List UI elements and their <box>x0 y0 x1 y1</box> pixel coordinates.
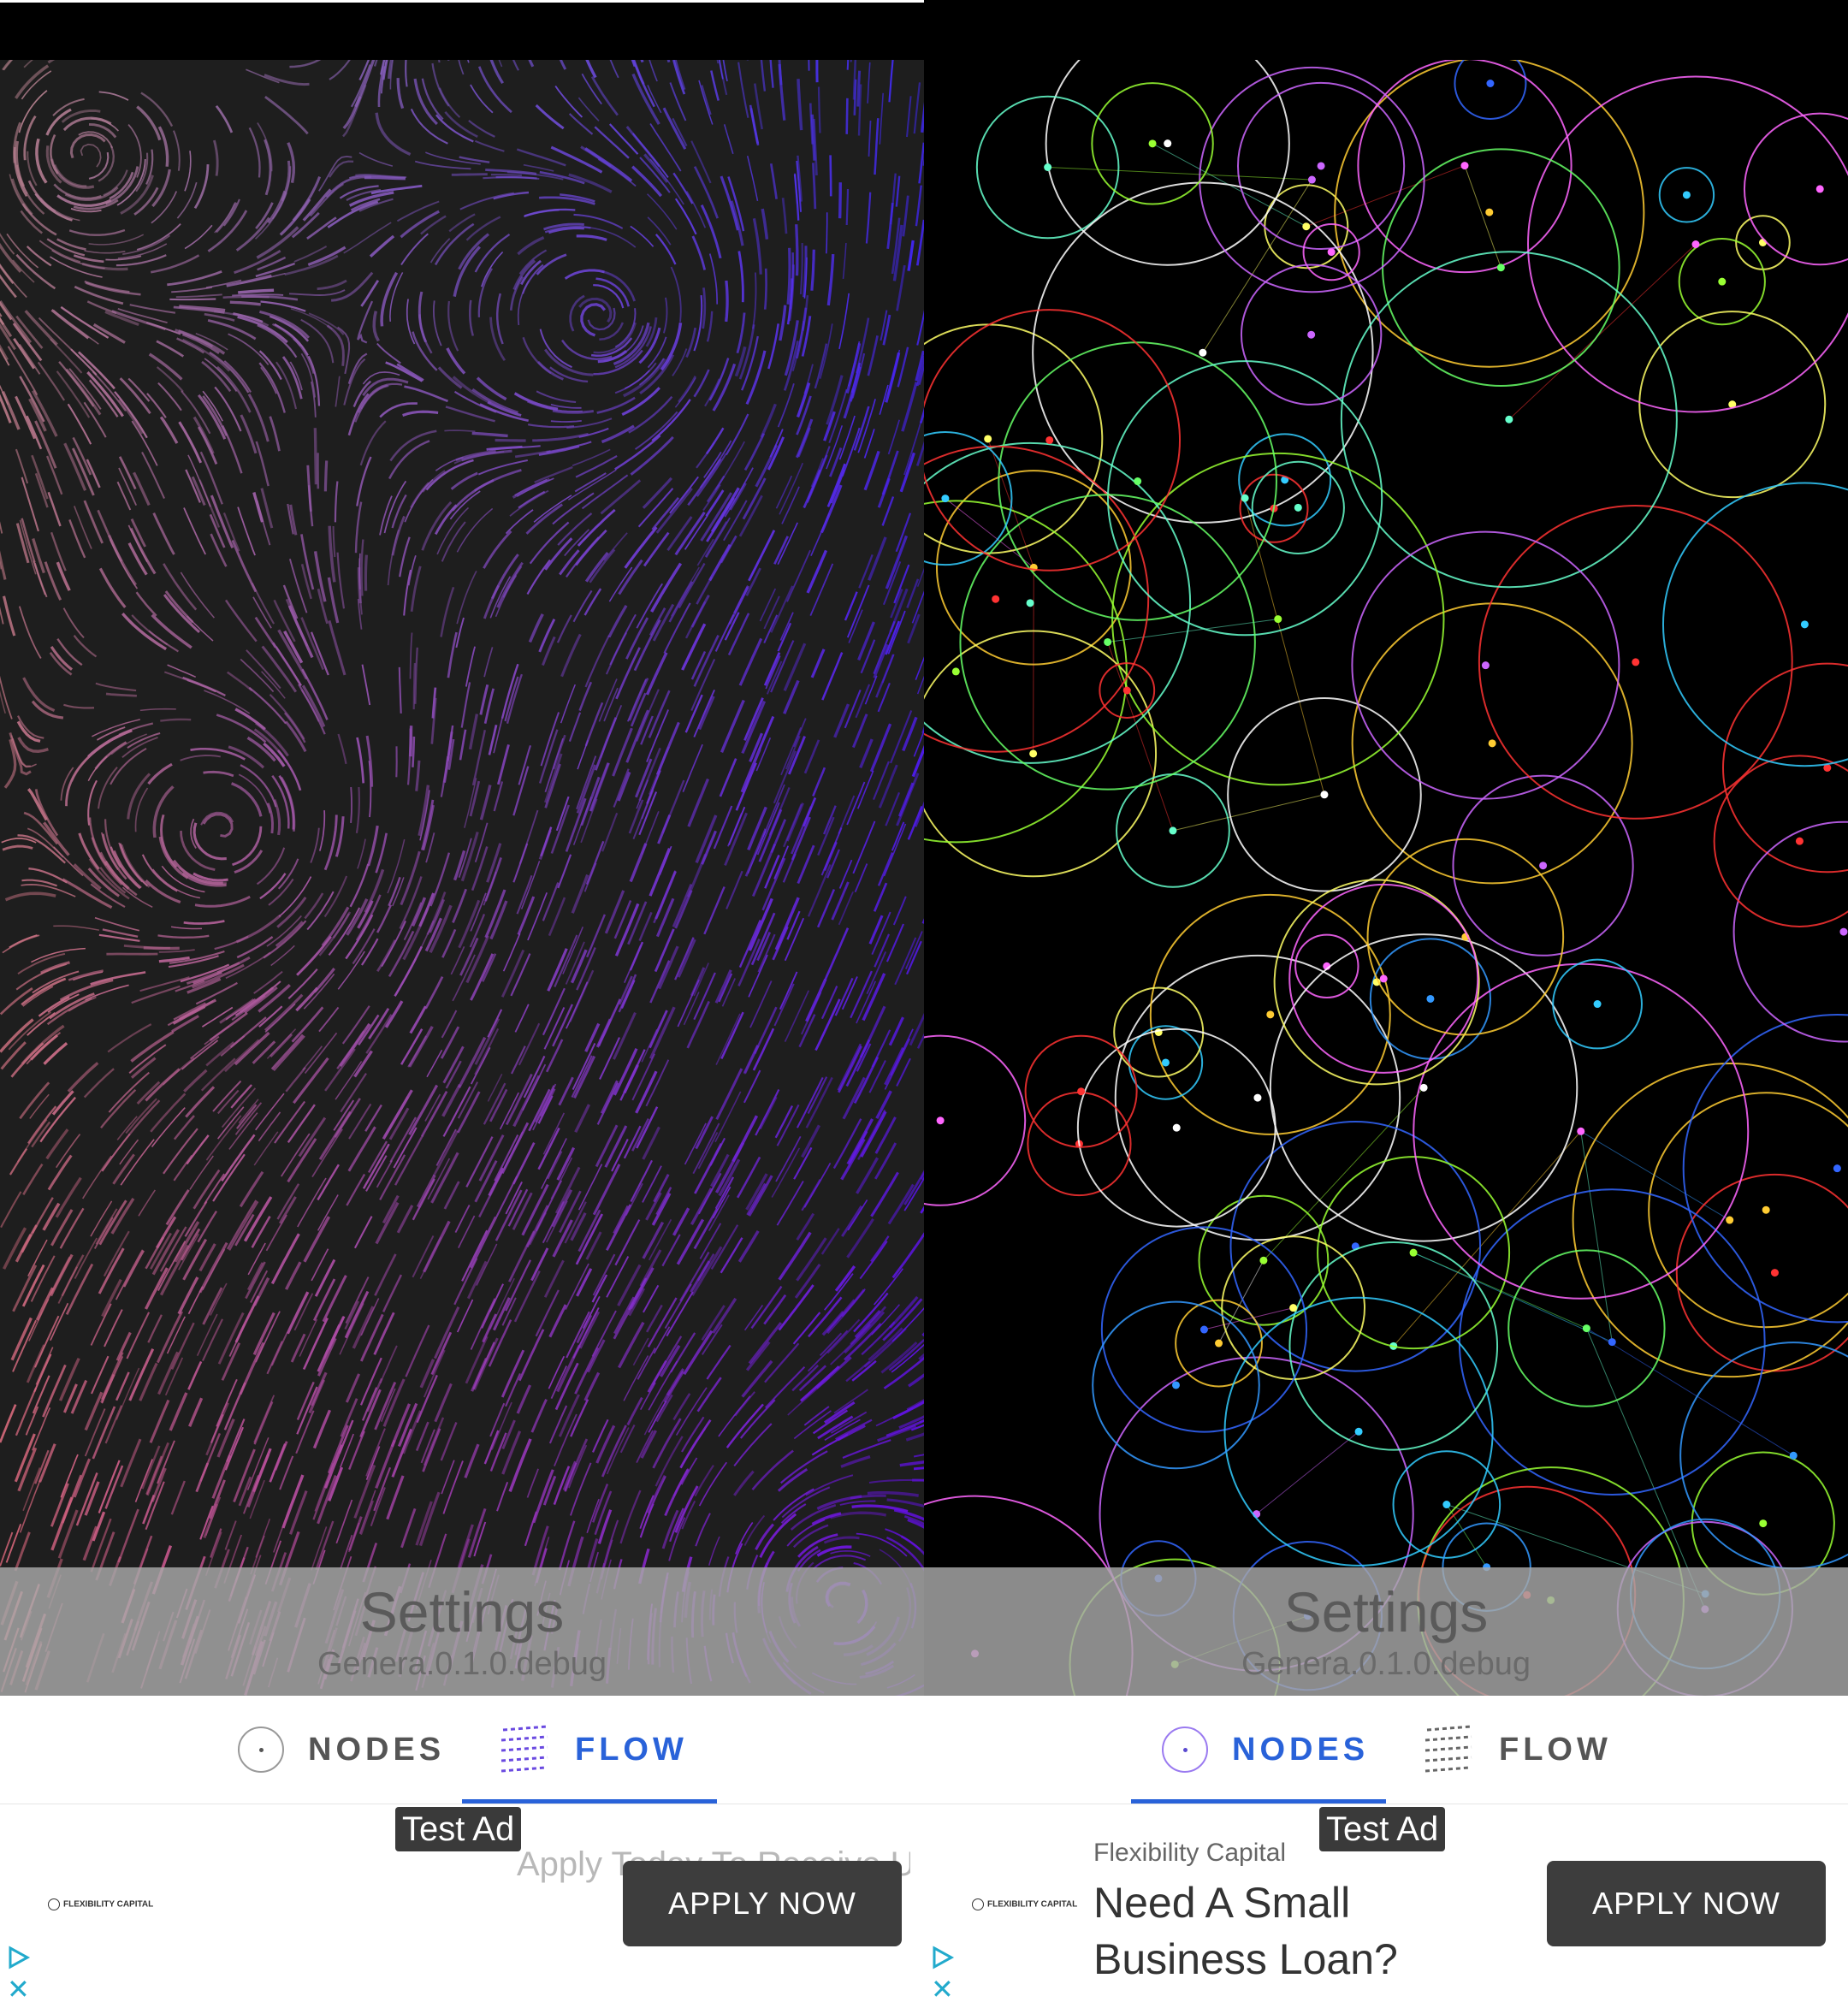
close-icon[interactable]: ✕ <box>7 1975 30 2002</box>
tab-flow[interactable]: FLOW <box>498 1696 688 1804</box>
apply-now-button[interactable]: APPLY NOW <box>623 1861 902 1946</box>
settings-title: Settings <box>359 1580 565 1644</box>
flow-canvas[interactable] <box>0 60 924 1696</box>
adchoices-icon[interactable] <box>5 1945 31 1970</box>
settings-header[interactable]: Settings Genera.0.1.0.debug <box>0 1567 924 1696</box>
nodes-icon <box>238 1727 284 1773</box>
ad-headline: Need A Small Business Loan? <box>1093 1879 1398 1983</box>
nodes-screen: Settings Genera.0.1.0.debug NODES FLOW T… <box>924 0 1848 2002</box>
bottom-tabs: NODES FLOW <box>0 1696 924 1804</box>
test-ad-badge: Test Ad <box>1319 1807 1446 1851</box>
tab-nodes-label: NODES <box>1232 1731 1370 1768</box>
ad-banner[interactable]: Test Ad FLEXIBILITY CAPITAL Flexibility … <box>924 1804 1848 2002</box>
close-icon[interactable]: ✕ <box>931 1975 954 2002</box>
ad-banner[interactable]: Test Ad FLEXIBILITY CAPITAL Apply Today … <box>0 1804 924 2002</box>
ad-advertiser: Flexibility Capital <box>1093 1839 1287 1867</box>
version-label: Genera.0.1.0.debug <box>1241 1646 1531 1682</box>
flow-icon <box>1424 1725 1472 1773</box>
bottom-tabs: NODES FLOW <box>924 1696 1848 1804</box>
tab-nodes-label: NODES <box>308 1731 446 1768</box>
tab-flow-label: FLOW <box>575 1731 688 1768</box>
flow-icon <box>500 1725 548 1773</box>
status-bar <box>0 0 924 60</box>
tab-flow-label: FLOW <box>1499 1731 1612 1768</box>
brand-logo: FLEXIBILITY CAPITAL <box>48 1898 153 1910</box>
adchoices-icon[interactable] <box>929 1945 955 1970</box>
flow-screen: Settings Genera.0.1.0.debug NODES FLOW T… <box>0 0 924 2002</box>
tab-nodes[interactable]: NODES <box>238 1696 445 1804</box>
brand-logo: FLEXIBILITY CAPITAL <box>972 1898 1077 1910</box>
nodes-canvas[interactable] <box>924 60 1848 1696</box>
settings-title: Settings <box>1283 1580 1489 1644</box>
tab-nodes[interactable]: NODES <box>1162 1696 1369 1804</box>
nodes-icon <box>1162 1727 1208 1773</box>
apply-now-button[interactable]: APPLY NOW <box>1547 1861 1826 1946</box>
status-bar <box>924 0 1848 60</box>
version-label: Genera.0.1.0.debug <box>317 1646 607 1682</box>
test-ad-badge: Test Ad <box>395 1807 522 1851</box>
tab-flow[interactable]: FLOW <box>1422 1696 1612 1804</box>
settings-header[interactable]: Settings Genera.0.1.0.debug <box>924 1567 1848 1696</box>
